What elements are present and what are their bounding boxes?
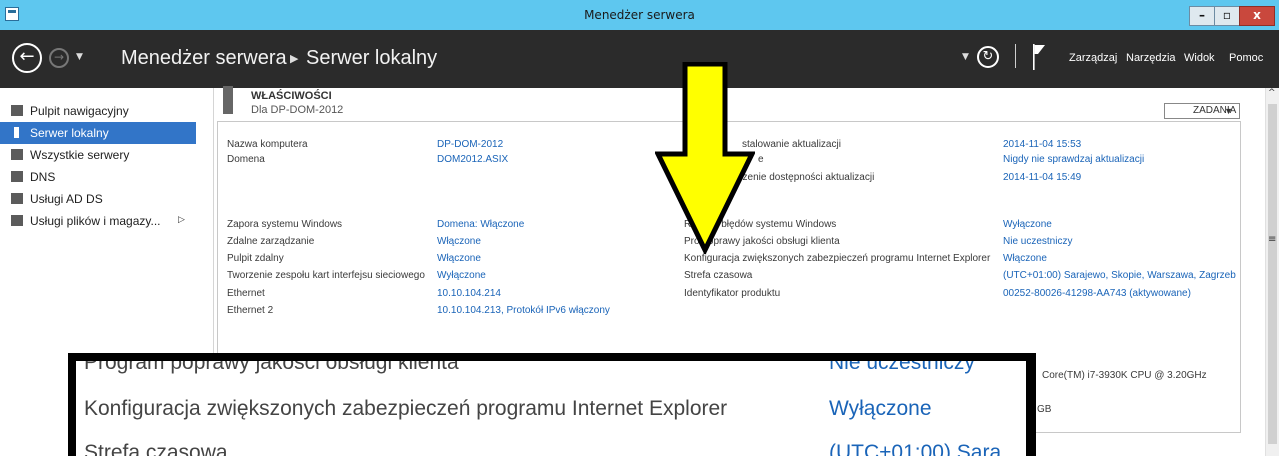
property-label: Zapora systemu Windows [227,219,343,230]
sidebar-item-label: Usługi plików i magazy... [30,214,161,228]
sidebar-item-label: Wszystkie serwery [30,148,130,162]
property-value-link[interactable]: Nigdy nie sprawdzaj aktualizacji [1003,154,1144,165]
window-title-bar: Menedżer serwera – ▫ x [0,0,1279,30]
refresh-dropdown-icon[interactable]: ▼ [962,52,969,62]
back-arrow-icon[interactable]: ← [12,43,42,73]
processor-value-partial: Core(TM) i7-3930K CPU @ 3.20GHz [1042,370,1207,381]
property-value-link[interactable]: 10.10.104.214 [437,288,501,299]
property-value-link[interactable]: Włączone [437,253,481,264]
sidebar-item-local-server[interactable]: Serwer lokalny [0,122,196,144]
nav-divider [1015,44,1016,68]
refresh-icon[interactable]: ↻ [977,46,999,68]
memory-value-partial: GB [1037,404,1052,415]
property-label: stalowanie aktualizacji [742,139,841,150]
grip-icon: ≡ [1268,234,1277,245]
menu-tools[interactable]: Narzędzia [1126,52,1176,64]
sidebar-item-file-services[interactable]: Usługi plików i magazy... ▷ [0,210,196,232]
sidebar-item-all-servers[interactable]: Wszystkie serwery [0,144,196,166]
property-value-link[interactable]: DP-DOM-2012 [437,139,503,150]
property-value-link[interactable]: (UTC+01:00) Sarajewo, Skopie, Warszawa, … [1003,270,1236,281]
sidebar-item-dns[interactable]: DNS [0,166,196,188]
property-label: dzenie dostępności aktualizacji [737,172,875,183]
sidebar-item-ad-ds[interactable]: Usługi AD DS [0,188,196,210]
scroll-up-icon[interactable]: ^ [1268,88,1276,98]
zoom-value: (UTC+01:00) Sara [829,441,1002,456]
zoom-callout-content: Program poprawy jakości obsługi klienta … [76,361,1026,456]
vertical-scrollbar[interactable]: ^ ≡ [1265,88,1279,456]
close-button[interactable]: x [1239,6,1275,26]
property-label: Tworzenie zespołu kart interfejsu siecio… [227,270,425,281]
property-value-link[interactable]: Wyłączone [1003,219,1052,230]
property-label: Ethernet [227,288,265,299]
expand-arrow-icon[interactable]: ▷ [178,214,185,225]
breadcrumb-root[interactable]: Menedżer serwera [121,47,287,70]
forward-arrow-icon[interactable]: → [49,48,69,68]
tasks-dropdown-button[interactable]: ZADANIA ▼ [1164,103,1240,119]
property-label: Ethernet 2 [227,305,274,316]
property-value-link[interactable]: Włączone [1003,253,1047,264]
menu-help[interactable]: Pomoc [1229,52,1263,64]
file-services-icon [11,215,23,226]
property-value-link[interactable]: Wyłączone [437,270,486,281]
property-value-link[interactable]: 00252-80026-41298-AA743 (aktywowane) [1003,288,1191,299]
scroll-thumb[interactable]: ≡ [1268,104,1277,444]
property-value-link[interactable]: Domena: Włączone [437,219,524,230]
property-label: Domena [227,154,265,165]
property-label: Identyfikator produktu [684,288,781,299]
section-title: WŁAŚCIWOŚCI [251,90,332,102]
flag-icon[interactable] [1032,42,1046,72]
sidebar-item-label: Usługi AD DS [30,192,103,206]
menu-manage[interactable]: Zarządzaj [1069,52,1117,64]
zoom-value: Nie uczestniczy [829,361,975,374]
ad-ds-icon [11,193,23,204]
server-icon [223,86,233,114]
minimize-button[interactable]: – [1189,6,1215,26]
local-server-icon [14,127,19,138]
zoom-label: Strefa czasowa [84,441,228,456]
property-value-link[interactable]: Włączone [437,236,481,247]
breadcrumb-separator-icon: ▶ [290,52,299,65]
menu-view[interactable]: Widok [1184,52,1215,64]
zoom-callout: Program poprawy jakości obsługi klienta … [68,353,1036,456]
property-value-link[interactable]: 2014-11-04 15:53 [1003,139,1081,150]
property-label: Konfiguracja zwiększonych zabezpieczeń p… [684,253,991,264]
breadcrumb-current: Serwer lokalny [306,47,438,69]
chevron-down-icon: ▼ [1224,106,1233,116]
property-label: Pulpit zdalny [227,253,284,264]
navigation-bar: ← → ▼ Menedżer serwera ▶ Serwer lokalny … [0,30,1279,88]
zoom-value: Wyłączone [829,397,932,420]
history-dropdown-icon[interactable]: ▼ [76,52,83,62]
property-value-link[interactable]: 10.10.104.213, Protokół IPv6 włączony [437,305,610,316]
window-title: Menedżer serwera [584,8,695,22]
property-value-link[interactable]: 2014-11-04 15:49 [1003,172,1081,183]
all-servers-icon [11,149,23,160]
down-arrow-overlay-icon [655,62,755,254]
sidebar-item-label: DNS [30,170,56,184]
maximize-button[interactable]: ▫ [1214,6,1240,26]
property-label: Nazwa komputera [227,139,308,150]
dashboard-icon [11,105,23,116]
dns-icon [11,171,23,182]
property-value-link[interactable]: Nie uczestniczy [1003,236,1072,247]
property-value-link[interactable]: DOM2012.ASIX [437,154,508,165]
sidebar-item-dashboard[interactable]: Pulpit nawigacyjny [0,100,196,122]
section-subtitle: Dla DP-DOM-2012 [251,104,344,116]
zoom-label: Program poprawy jakości obsługi klienta [84,361,459,374]
sidebar-item-label: Pulpit nawigacyjny [30,104,129,118]
zoom-label: Konfiguracja zwiększonych zabezpieczeń p… [84,397,728,420]
property-label: e [758,154,764,165]
property-label: Zdalne zarządzanie [227,236,315,247]
sidebar-item-label: Serwer lokalny [30,126,109,140]
property-label: Strefa czasowa [684,270,753,281]
